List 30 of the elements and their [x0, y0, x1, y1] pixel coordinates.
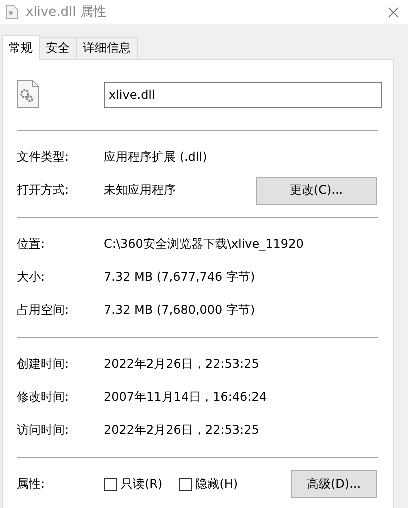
gear-file-icon [17, 80, 39, 108]
field-label: 创建时间: [17, 356, 70, 373]
field-label: 位置: [17, 236, 46, 253]
field-value: 7.32 MB (7,680,000 字节) [104, 302, 256, 319]
checkbox[interactable] [104, 478, 117, 490]
file-icon [6, 5, 18, 19]
field-value: 未知应用程序 [104, 182, 177, 199]
change-button[interactable]: 更改(C)... [256, 176, 377, 204]
tab[interactable]: 详细信息 [76, 37, 138, 59]
field-label: 文件类型: [17, 149, 70, 166]
field-value: 2022年2月26日，22:53:25 [104, 356, 260, 373]
window-title: xlive.dll 属性 [26, 4, 108, 21]
checkbox-label[interactable]: 隐藏(H) [196, 476, 238, 492]
advanced-button[interactable]: 高级(D)... [291, 470, 377, 498]
field-label: 打开方式: [17, 182, 70, 199]
field-value: C:\360安全浏览器下载\xlive_11920 [104, 236, 305, 253]
field-label: 大小: [17, 269, 46, 286]
field-value: 7.32 MB (7,677,746 字节) [104, 269, 256, 286]
field-value: 2022年2月26日，22:53:25 [104, 422, 260, 439]
field-label: 访问时间: [17, 422, 70, 439]
checkbox[interactable] [178, 478, 192, 490]
field-label: 修改时间: [17, 389, 70, 406]
tab[interactable]: 常规 [2, 35, 40, 60]
field-label: 占用空间: [17, 302, 70, 319]
attributes-label: 属性: [17, 476, 46, 492]
field-value: 2007年11月14日，16:46:24 [104, 389, 268, 406]
close-button[interactable]: × [385, 0, 402, 24]
file-name-field[interactable]: xlive.dll [104, 82, 382, 108]
field-value: 应用程序扩展 (.dll) [104, 149, 208, 166]
checkbox-label[interactable]: 只读(R) [121, 476, 163, 492]
